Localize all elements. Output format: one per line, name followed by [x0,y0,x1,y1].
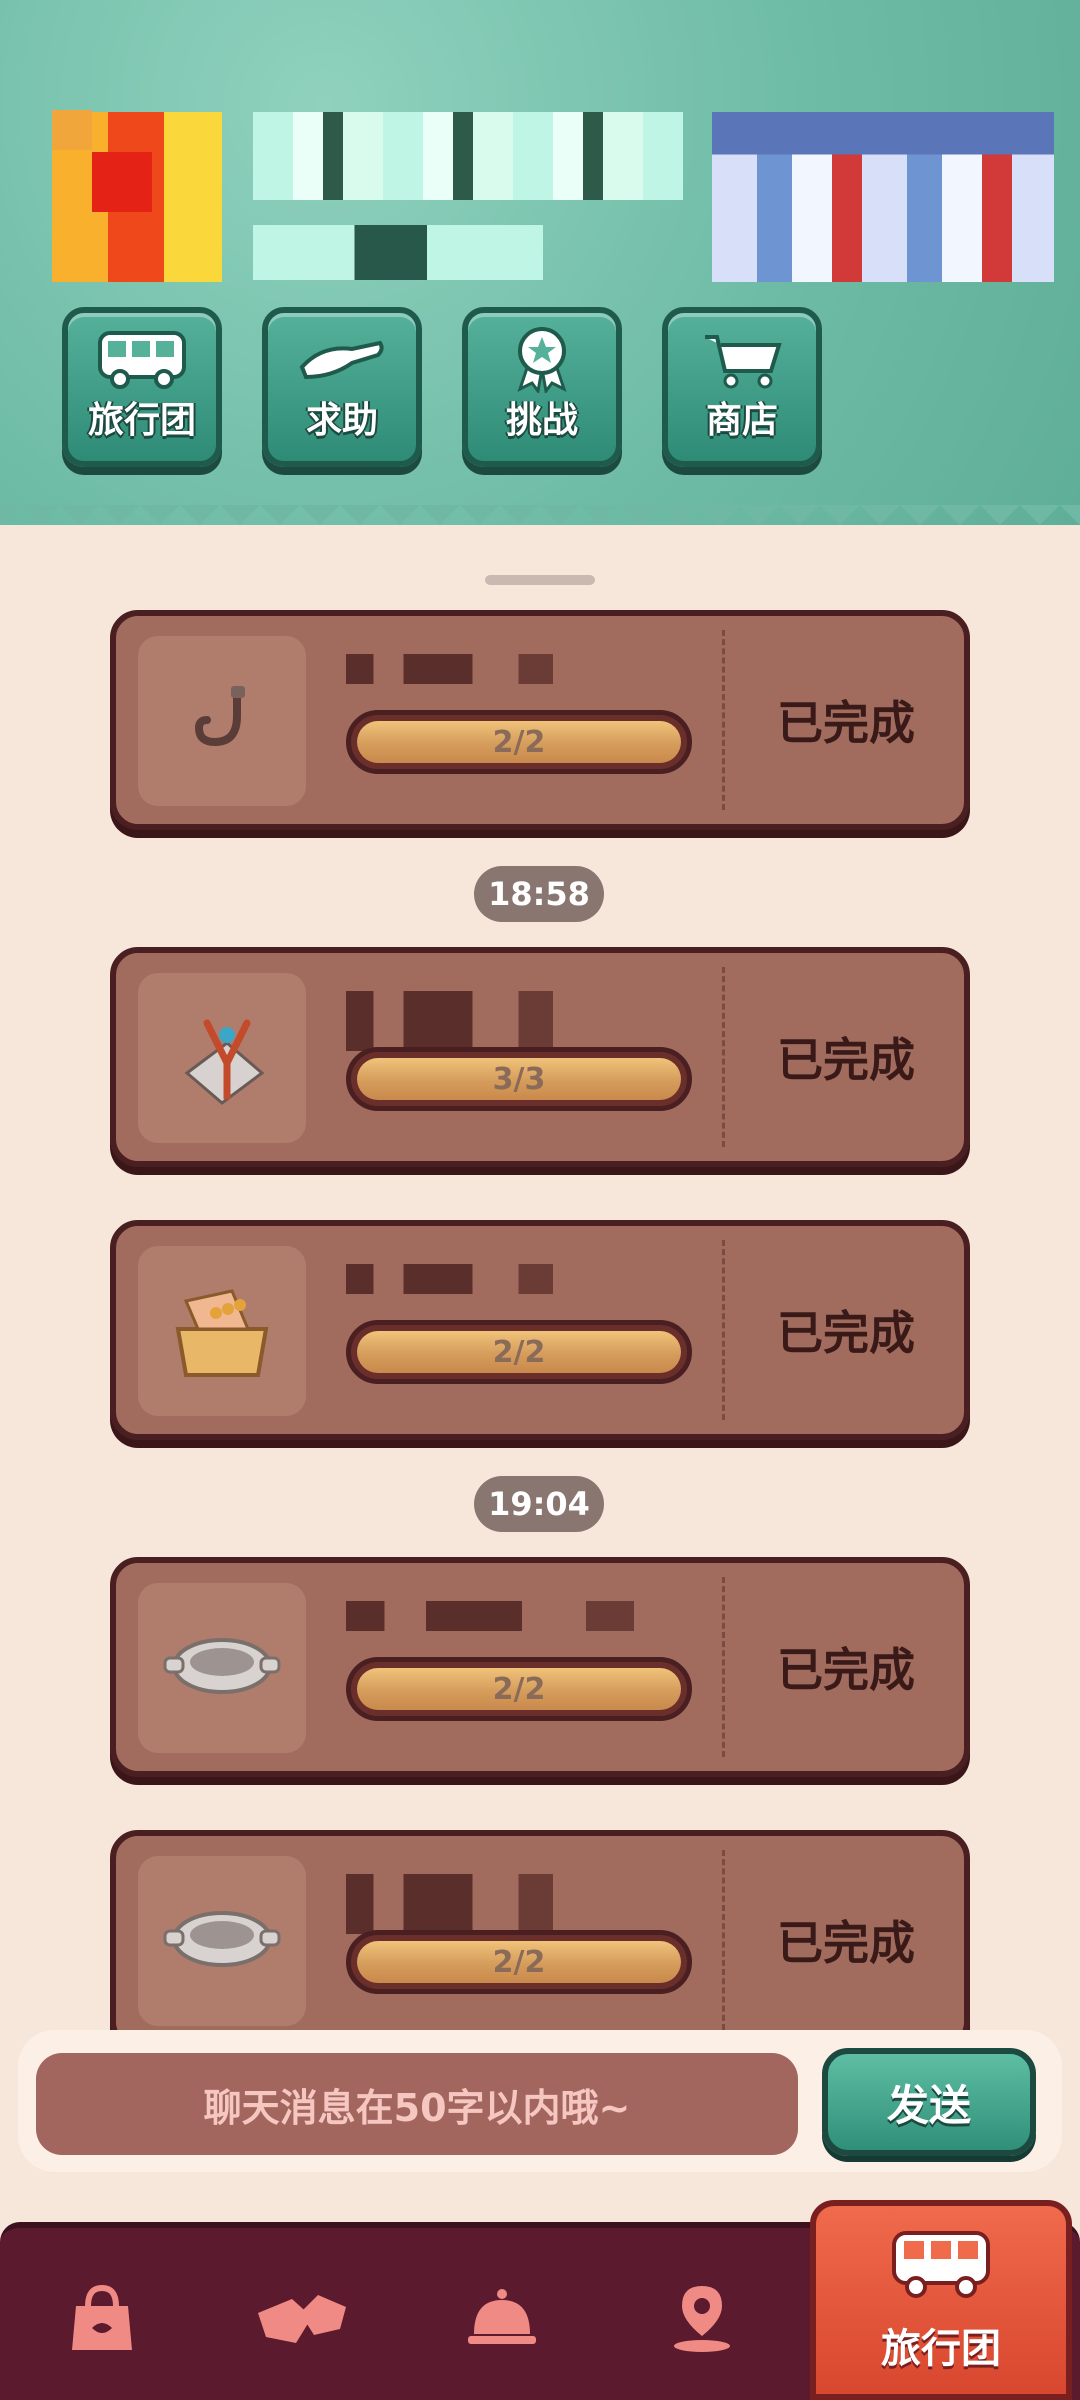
handshake-icon [252,2283,352,2357]
scroll-handle[interactable] [485,575,595,585]
bus-icon [816,2214,1066,2314]
task-progress-bar: 2/2 [346,1657,692,1721]
chat-input[interactable]: 聊天消息在50字以内哦~ [36,2053,798,2155]
task-progress-text: 2/2 [492,1671,546,1707]
travel-group-label: 旅行团 [87,400,196,441]
task-status: 已完成 [777,1306,915,1360]
task-title-redacted [346,1601,666,1631]
task-progress-text: 2/2 [492,1334,546,1370]
nav-map[interactable] [642,2260,762,2380]
card-divider [722,630,725,810]
service-bell-icon [462,2278,542,2362]
challenge-label: 挑战 [505,400,578,441]
avatar-badge [52,110,92,150]
task-title-redacted [346,991,576,1051]
slingshot-icon [138,973,306,1143]
card-divider [722,1577,725,1757]
card-divider [722,1240,725,1420]
task-card[interactable]: 3/3 已完成 [110,947,970,1167]
task-card[interactable]: 2/2 已完成 [110,1830,970,2050]
task-status: 已完成 [777,1916,915,1970]
task-progress-text: 3/3 [492,1061,546,1097]
bag-icon [62,2278,142,2362]
task-status: 已完成 [777,696,915,750]
task-status: 已完成 [777,1643,915,1697]
task-title-redacted [346,1874,576,1934]
nav-travel-group-label: 旅行团 [881,2326,1001,2372]
helping-hand-icon [268,325,416,393]
card-divider [722,1850,725,2030]
nav-handshake[interactable] [242,2260,362,2380]
help-label: 求助 [305,400,378,441]
nav-travel-group-active[interactable]: 旅行团 [810,2200,1072,2400]
hook-icon [138,636,306,806]
travel-group-button[interactable]: 旅行团 [62,307,222,467]
task-progress-bar: 2/2 [346,710,692,774]
nav-service-bell[interactable] [442,2260,562,2380]
send-button[interactable]: 发送 [822,2048,1036,2156]
task-title-redacted [346,654,576,684]
shop-label: 商店 [705,400,778,441]
card-divider [722,967,725,1147]
bus-icon [68,325,216,393]
nav-bag[interactable] [42,2260,162,2380]
task-title-redacted [346,1264,576,1294]
header-zigzag-edge [0,505,1080,545]
task-progress-text: 2/2 [492,1944,546,1980]
task-progress-bar: 2/2 [346,1930,692,1994]
task-progress-bar: 3/3 [346,1047,692,1111]
task-card[interactable]: 2/2 已完成 [110,610,970,830]
shop-button[interactable]: 商店 [662,307,822,467]
basket-icon [138,1246,306,1416]
help-button[interactable]: 求助 [262,307,422,467]
challenge-button[interactable]: 挑战 [462,307,622,467]
task-progress-bar: 2/2 [346,1320,692,1384]
task-status: 已完成 [777,1033,915,1087]
player-badge-redacted[interactable] [712,112,1054,282]
shopping-cart-icon [668,325,816,393]
task-progress-text: 2/2 [492,724,546,760]
task-card[interactable]: 2/2 已完成 [110,1557,970,1777]
player-name-redacted [253,112,683,200]
timestamp: 18:58 [474,866,604,922]
stone-pot-icon [138,1583,306,1753]
player-subtitle-redacted [253,225,543,280]
timestamp: 19:04 [474,1476,604,1532]
medal-icon [468,325,616,393]
task-card[interactable]: 2/2 已完成 [110,1220,970,1440]
map-pin-icon [662,2278,742,2362]
stone-pot-icon [138,1856,306,2026]
